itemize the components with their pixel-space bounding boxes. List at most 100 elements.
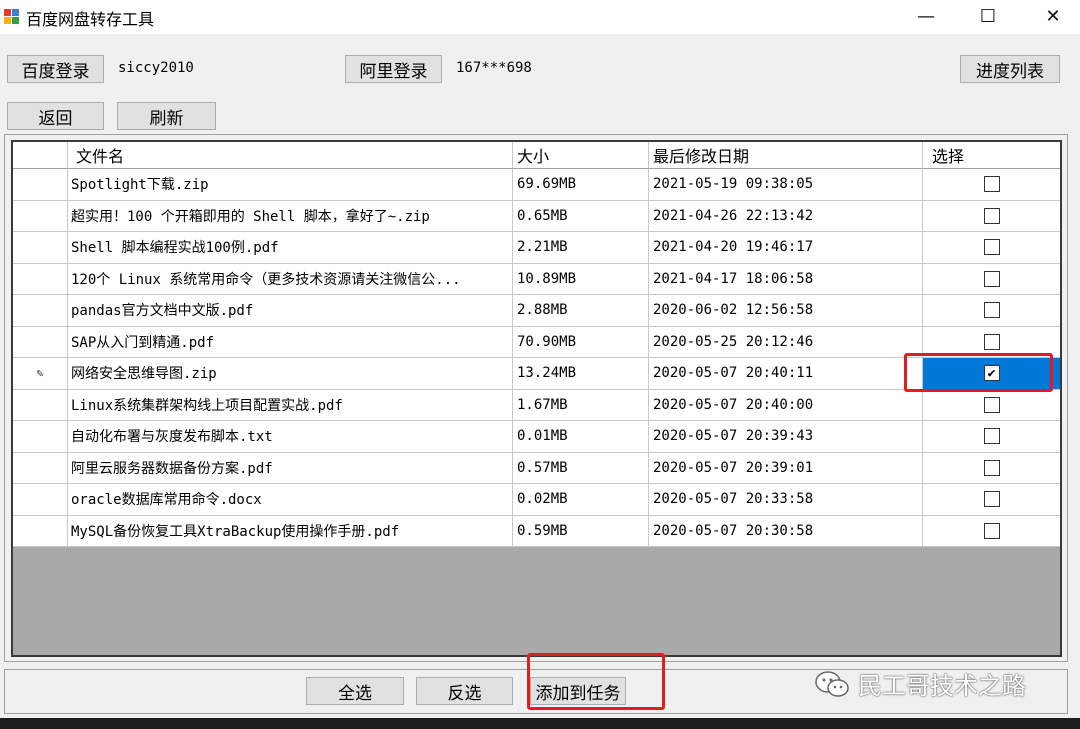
select-cell[interactable] bbox=[923, 295, 1060, 327]
file-name-cell[interactable]: oracle数据库常用命令.docx bbox=[68, 484, 513, 516]
select-checkbox[interactable] bbox=[983, 491, 1000, 508]
modified-date-cell[interactable]: 2020-05-25 20:12:46 bbox=[649, 326, 923, 358]
table-row[interactable]: 超实用！100 个开箱即用的 Shell 脚本，拿好了~.zip 0.65MB 20… bbox=[13, 200, 1060, 232]
select-cell[interactable] bbox=[923, 484, 1060, 516]
select-checkbox[interactable] bbox=[983, 239, 1000, 256]
row-header[interactable] bbox=[13, 421, 68, 453]
modified-date-cell[interactable]: 2020-06-02 12:56:58 bbox=[649, 295, 923, 327]
checkbox-highlight-box bbox=[904, 353, 1053, 392]
table-row[interactable]: oracle数据库常用命令.docx 0.02MB 2020-05-07 20:33… bbox=[13, 484, 1060, 516]
column-header-date[interactable]: 最后修改日期 bbox=[649, 142, 923, 169]
select-cell[interactable] bbox=[923, 201, 1060, 232]
table-row[interactable]: 阿里云服务器数据备份方案.pdf 0.57MB 2020-05-07 20:39:0… bbox=[13, 452, 1060, 484]
select-checkbox[interactable] bbox=[983, 333, 1000, 350]
close-button[interactable]: ✕ bbox=[1025, 0, 1080, 32]
table-row[interactable]: Linux系统集群架构线上项目配置实战.pdf 1.67MB 2020-05-07 … bbox=[13, 389, 1060, 421]
file-name-cell[interactable]: 自动化布署与灰度发布脚本.txt bbox=[68, 421, 513, 453]
ali-login-button[interactable]: 阿里登录 bbox=[345, 55, 442, 83]
file-size-cell[interactable]: 0.59MB bbox=[513, 515, 649, 547]
table-row[interactable]: MySQL备份恢复工具XtraBackup使用操作手册.pdf 0.59MB 202… bbox=[13, 515, 1060, 547]
maximize-button[interactable]: ☐ bbox=[960, 0, 1016, 32]
select-checkbox[interactable] bbox=[983, 396, 1000, 413]
select-cell[interactable] bbox=[923, 421, 1060, 453]
modified-date-cell[interactable]: 2020-05-07 20:40:11 bbox=[649, 358, 923, 390]
table-row[interactable]: 120个 Linux 系统常用命令（更多技术资源请关注微信公... 10.89MB… bbox=[13, 263, 1060, 295]
file-size-cell[interactable]: 0.02MB bbox=[513, 484, 649, 516]
file-size-cell[interactable]: 1.67MB bbox=[513, 389, 649, 421]
select-cell[interactable] bbox=[923, 232, 1060, 264]
add-task-highlight-box bbox=[527, 653, 665, 710]
modified-date-cell[interactable]: 2020-05-07 20:39:01 bbox=[649, 452, 923, 484]
column-header-select[interactable]: 选择 bbox=[923, 142, 1060, 169]
file-size-cell[interactable]: 0.65MB bbox=[513, 200, 649, 232]
file-size-cell[interactable]: 10.89MB bbox=[513, 263, 649, 295]
modified-date-cell[interactable]: 2021-04-26 22:13:42 bbox=[649, 200, 923, 232]
table-row[interactable]: SAP从入门到精通.pdf 70.90MB 2020-05-25 20:12:46 bbox=[13, 326, 1060, 358]
minimize-button[interactable]: — bbox=[898, 0, 954, 32]
refresh-button[interactable]: 刷新 bbox=[117, 102, 216, 130]
table-row[interactable]: pandas官方文档中文版.pdf 2.88MB 2020-06-02 12:56:… bbox=[13, 295, 1060, 327]
file-list-grid[interactable]: 文件名 大小 最后修改日期 选择 Spotlight下载.zip 69.69MB 2… bbox=[11, 140, 1062, 657]
table-row[interactable]: 自动化布署与灰度发布脚本.txt 0.01MB 2020-05-07 20:39:4… bbox=[13, 421, 1060, 453]
file-name-cell[interactable]: Linux系统集群架构线上项目配置实战.pdf bbox=[68, 389, 513, 421]
file-size-cell[interactable]: 0.57MB bbox=[513, 452, 649, 484]
modified-date-cell[interactable]: 2021-04-17 18:06:58 bbox=[649, 263, 923, 295]
modified-date-cell[interactable]: 2020-05-07 20:40:00 bbox=[649, 389, 923, 421]
file-name-cell[interactable]: Shell 脚本编程实战100例.pdf bbox=[68, 232, 513, 264]
file-name-cell[interactable]: 阿里云服务器数据备份方案.pdf bbox=[68, 452, 513, 484]
select-checkbox[interactable] bbox=[983, 270, 1000, 287]
file-name-cell[interactable]: Spotlight下载.zip bbox=[68, 169, 513, 201]
file-size-cell[interactable]: 70.90MB bbox=[513, 326, 649, 358]
file-size-cell[interactable]: 13.24MB bbox=[513, 358, 649, 390]
modified-date-cell[interactable]: 2020-05-07 20:33:58 bbox=[649, 484, 923, 516]
row-header[interactable] bbox=[13, 515, 68, 547]
modified-date-cell[interactable]: 2020-05-07 20:39:43 bbox=[649, 421, 923, 453]
row-header[interactable] bbox=[13, 232, 68, 264]
select-cell[interactable] bbox=[923, 264, 1060, 295]
file-size-cell[interactable]: 2.21MB bbox=[513, 232, 649, 264]
column-header-name[interactable]: 文件名 bbox=[68, 142, 513, 169]
row-header[interactable] bbox=[13, 295, 68, 327]
file-name-cell[interactable]: MySQL备份恢复工具XtraBackup使用操作手册.pdf bbox=[68, 515, 513, 547]
watermark: 民工哥技术之路 bbox=[814, 666, 1026, 701]
row-header[interactable] bbox=[13, 169, 68, 201]
progress-list-button[interactable]: 进度列表 bbox=[960, 55, 1060, 83]
column-header-size[interactable]: 大小 bbox=[513, 142, 649, 169]
table-row[interactable]: ✎ 网络安全思维导图.zip 13.24MB 2020-05-07 20:40:11 ✔ bbox=[13, 358, 1060, 390]
file-name-cell[interactable]: 网络安全思维导图.zip bbox=[68, 358, 513, 390]
select-checkbox[interactable] bbox=[983, 522, 1000, 539]
table-row[interactable]: Shell 脚本编程实战100例.pdf 2.21MB 2021-04-20 19:… bbox=[13, 232, 1060, 264]
file-size-cell[interactable]: 2.88MB bbox=[513, 295, 649, 327]
file-size-cell[interactable]: 0.01MB bbox=[513, 421, 649, 453]
file-size-cell[interactable]: 69.69MB bbox=[513, 169, 649, 201]
file-name-cell[interactable]: 超实用！100 个开箱即用的 Shell 脚本，拿好了~.zip bbox=[68, 200, 513, 232]
select-cell[interactable] bbox=[923, 453, 1060, 484]
select-checkbox[interactable] bbox=[983, 302, 1000, 319]
row-header[interactable] bbox=[13, 452, 68, 484]
file-name-cell[interactable]: pandas官方文档中文版.pdf bbox=[68, 295, 513, 327]
select-all-button[interactable]: 全选 bbox=[306, 677, 404, 705]
select-cell[interactable] bbox=[923, 390, 1060, 421]
select-checkbox[interactable] bbox=[983, 459, 1000, 476]
row-header[interactable] bbox=[13, 484, 68, 516]
baidu-login-button[interactable]: 百度登录 bbox=[7, 55, 104, 83]
select-cell[interactable] bbox=[923, 169, 1060, 201]
row-header[interactable] bbox=[13, 263, 68, 295]
modified-date-cell[interactable]: 2021-05-19 09:38:05 bbox=[649, 169, 923, 201]
select-checkbox[interactable] bbox=[983, 428, 1000, 445]
select-checkbox[interactable] bbox=[983, 207, 1000, 224]
invert-selection-button[interactable]: 反选 bbox=[416, 677, 513, 705]
file-name-cell[interactable]: 120个 Linux 系统常用命令（更多技术资源请关注微信公... bbox=[68, 263, 513, 295]
row-header[interactable] bbox=[13, 326, 68, 358]
select-checkbox[interactable] bbox=[983, 176, 1000, 193]
table-row[interactable]: Spotlight下载.zip 69.69MB 2021-05-19 09:38:0… bbox=[13, 169, 1060, 201]
row-header-corner bbox=[13, 142, 68, 169]
row-header[interactable]: ✎ bbox=[13, 358, 68, 390]
modified-date-cell[interactable]: 2021-04-20 19:46:17 bbox=[649, 232, 923, 264]
row-header[interactable] bbox=[13, 200, 68, 232]
modified-date-cell[interactable]: 2020-05-07 20:30:58 bbox=[649, 515, 923, 547]
file-name-cell[interactable]: SAP从入门到精通.pdf bbox=[68, 326, 513, 358]
back-button[interactable]: 返回 bbox=[7, 102, 104, 130]
select-cell[interactable] bbox=[923, 516, 1060, 547]
row-header[interactable] bbox=[13, 389, 68, 421]
